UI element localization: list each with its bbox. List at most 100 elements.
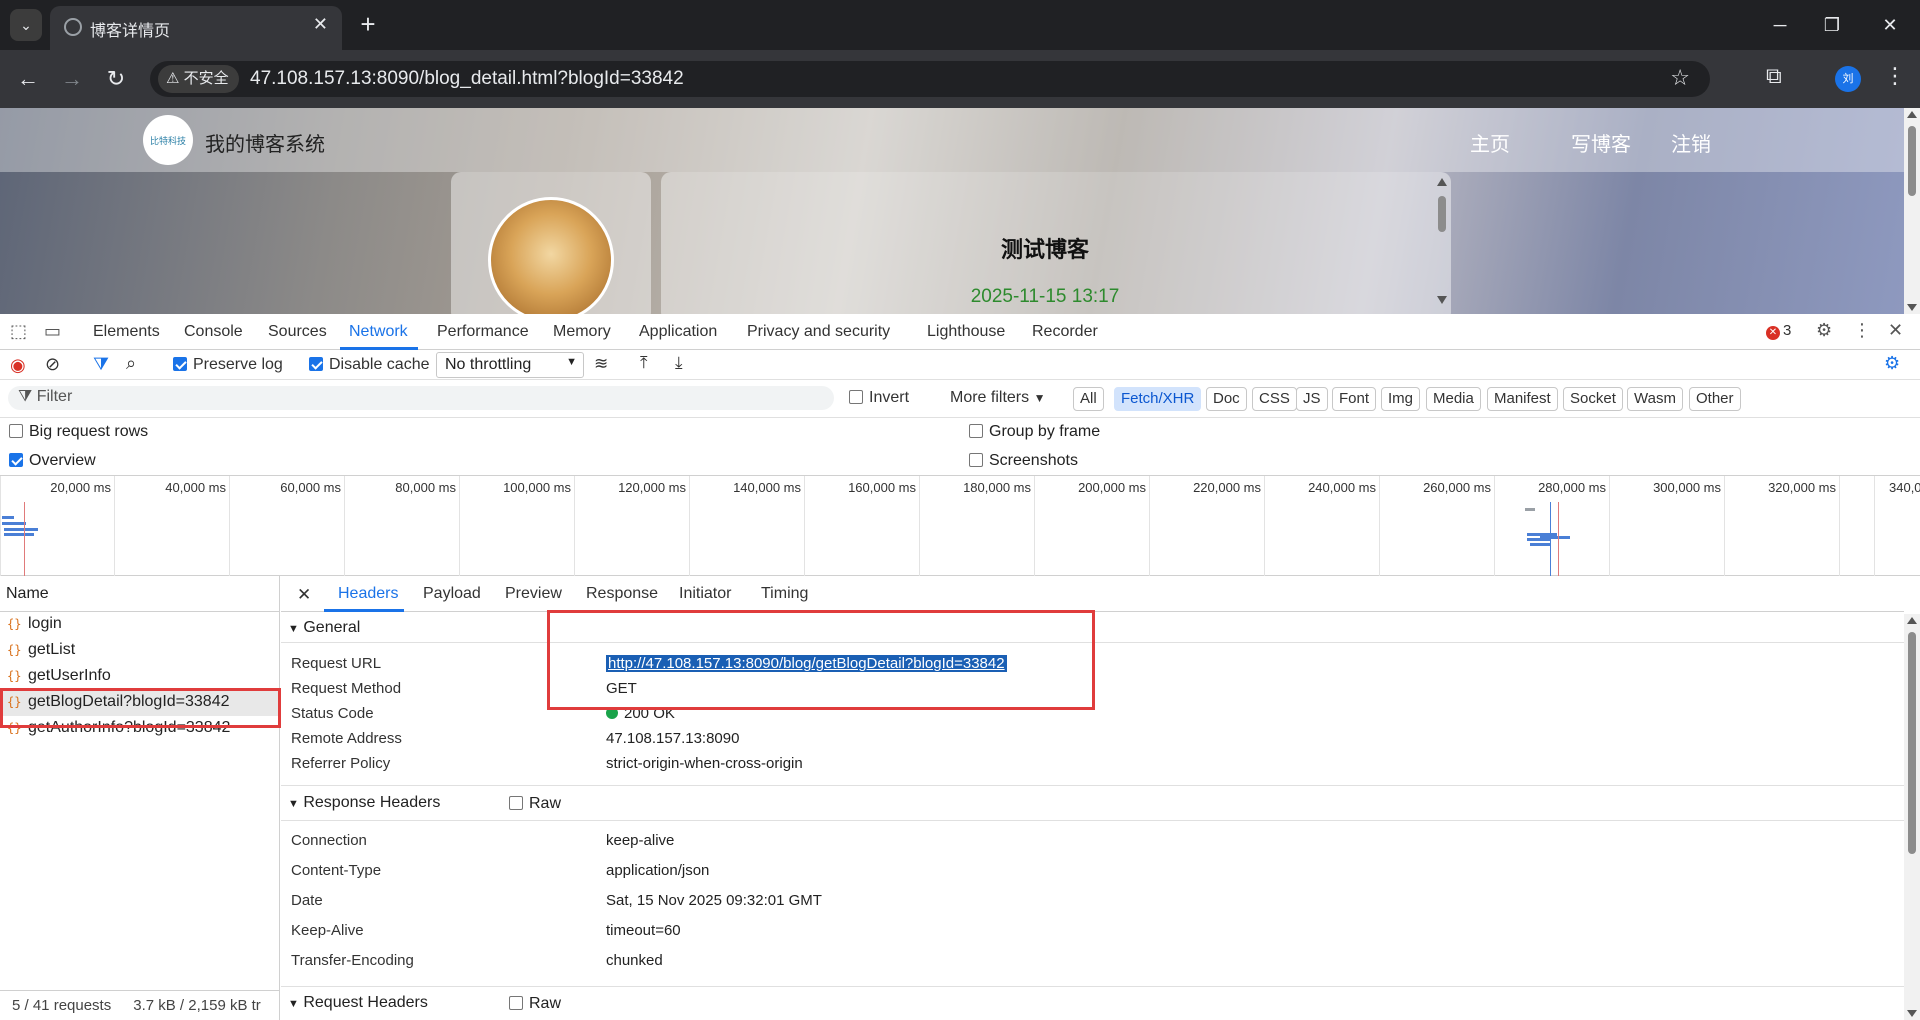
filter-wasm[interactable]: Wasm bbox=[1627, 387, 1683, 411]
back-icon[interactable]: ← bbox=[12, 64, 44, 96]
timeline-tick-label: 80,000 ms bbox=[395, 480, 456, 495]
request-name: getUserInfo bbox=[28, 667, 111, 684]
request-bar bbox=[1525, 508, 1535, 511]
preserve-log-checkbox[interactable]: Preserve log bbox=[173, 356, 283, 374]
screenshots-checkbox[interactable]: Screenshots bbox=[969, 452, 1078, 470]
card-scrollbar[interactable] bbox=[1435, 174, 1449, 308]
filter-manifest[interactable]: Manifest bbox=[1487, 387, 1558, 411]
filter-font[interactable]: Font bbox=[1332, 387, 1377, 411]
request-row[interactable]: {} getUserInfo bbox=[0, 664, 279, 690]
invert-checkbox[interactable]: Invert bbox=[849, 389, 909, 407]
search-icon[interactable]: ⌕ bbox=[126, 353, 136, 374]
timeline-gridline: 180,000 ms bbox=[963, 476, 1035, 576]
filter-media[interactable]: Media bbox=[1426, 387, 1481, 411]
device-toolbar-icon[interactable]: ▭ bbox=[44, 321, 61, 342]
close-tab-icon[interactable]: ✕ bbox=[313, 14, 328, 35]
raw-checkbox[interactable]: Raw bbox=[509, 795, 561, 813]
tab-timing[interactable]: Timing bbox=[761, 585, 808, 603]
group-by-frame-checkbox[interactable]: Group by frame bbox=[969, 423, 1100, 441]
raw-checkbox[interactable]: Raw bbox=[509, 995, 561, 1013]
nav-logout[interactable]: 注销 bbox=[1671, 128, 1711, 157]
close-window-icon[interactable]: ✕ bbox=[1870, 10, 1910, 40]
disable-cache-checkbox[interactable]: Disable cache bbox=[309, 356, 430, 374]
filter-input[interactable]: ⧩ Filter bbox=[8, 386, 834, 410]
tab-response[interactable]: Response bbox=[586, 585, 658, 603]
address-bar[interactable]: ⚠ 不安全 47.108.157.13:8090/blog_detail.htm… bbox=[150, 61, 1710, 97]
filter-css[interactable]: CSS bbox=[1252, 387, 1297, 411]
expand-triangle-icon: ▼ bbox=[288, 798, 299, 810]
devtools-menu-icon[interactable]: ⋮ bbox=[1853, 320, 1871, 341]
record-stop-icon[interactable]: ◉ bbox=[10, 355, 26, 376]
active-detail-tab-indicator bbox=[324, 609, 404, 612]
tab-sources[interactable]: Sources bbox=[268, 323, 327, 341]
browser-menu-icon[interactable]: ⋮ bbox=[1884, 63, 1906, 89]
page-scrollbar[interactable] bbox=[1904, 108, 1920, 314]
tab-search-chevron-icon[interactable]: ⌄ bbox=[10, 9, 42, 41]
error-count-badge[interactable]: ✕ 3 bbox=[1766, 322, 1791, 340]
xhr-icon: {} bbox=[7, 643, 22, 657]
tab-privacy-security[interactable]: Privacy and security bbox=[747, 323, 890, 341]
network-overview-timeline[interactable]: 20,000 ms 40,000 ms 60,000 ms 80,000 ms … bbox=[0, 476, 1920, 576]
timeline-tick-label: 260,000 ms bbox=[1423, 480, 1491, 495]
column-header-name[interactable]: Name bbox=[0, 576, 279, 612]
network-settings-icon[interactable]: ⚙ bbox=[1884, 353, 1900, 374]
filter-js[interactable]: JS bbox=[1296, 387, 1328, 411]
filter-img[interactable]: Img bbox=[1381, 387, 1421, 411]
restore-icon[interactable]: ❐ bbox=[1812, 10, 1852, 40]
tab-preview[interactable]: Preview bbox=[505, 585, 562, 603]
profile-avatar[interactable]: 刘 bbox=[1835, 66, 1861, 92]
browser-tab[interactable]: 博客详情页 ✕ bbox=[50, 6, 342, 50]
tab-application[interactable]: Application bbox=[639, 323, 717, 341]
more-filters-dropdown[interactable]: More filters ▼ bbox=[950, 389, 1045, 407]
settings-gear-icon[interactable]: ⚙ bbox=[1816, 320, 1832, 341]
timeline-gridline: 100,000 ms bbox=[503, 476, 575, 576]
forward-icon[interactable]: → bbox=[56, 64, 88, 96]
reload-icon[interactable]: ↻ bbox=[100, 64, 132, 96]
tab-payload[interactable]: Payload bbox=[423, 585, 481, 603]
tab-console[interactable]: Console bbox=[184, 323, 243, 341]
close-devtools-icon[interactable]: ✕ bbox=[1888, 320, 1903, 341]
tab-memory[interactable]: Memory bbox=[553, 323, 611, 341]
inspect-element-icon[interactable]: ⬚ bbox=[10, 321, 27, 342]
url-text[interactable]: 47.108.157.13:8090/blog_detail.html?blog… bbox=[250, 68, 684, 90]
security-indicator[interactable]: ⚠ 不安全 bbox=[158, 65, 239, 93]
filter-doc[interactable]: Doc bbox=[1206, 387, 1247, 411]
nav-home[interactable]: 主页 bbox=[1470, 128, 1510, 157]
tab-recorder[interactable]: Recorder bbox=[1032, 323, 1098, 341]
filter-fetch-xhr[interactable]: Fetch/XHR bbox=[1114, 387, 1202, 411]
timeline-gridline: 80,000 ms bbox=[395, 476, 460, 576]
site-logo: 比特科技 bbox=[143, 115, 193, 165]
request-headers-section-header[interactable]: ▼ Request Headers Raw bbox=[281, 986, 1904, 1020]
filter-funnel-icon[interactable]: ⧩ bbox=[93, 354, 109, 375]
request-row[interactable]: {} login bbox=[0, 612, 279, 638]
tab-initiator[interactable]: Initiator bbox=[679, 585, 731, 603]
tab-lighthouse[interactable]: Lighthouse bbox=[927, 323, 1005, 341]
big-request-rows-checkbox[interactable]: Big request rows bbox=[9, 423, 148, 441]
nav-write-blog[interactable]: 写博客 bbox=[1571, 128, 1631, 157]
remote-address-value: 47.108.157.13:8090 bbox=[606, 730, 740, 747]
load-event-marker bbox=[1558, 502, 1559, 576]
tab-elements[interactable]: Elements bbox=[93, 323, 160, 341]
export-har-icon[interactable]: ⤓ bbox=[675, 353, 683, 373]
request-row[interactable]: {} getList bbox=[0, 638, 279, 664]
timeline-tick-label: 60,000 ms bbox=[280, 480, 341, 495]
bookmark-star-icon[interactable]: ☆ bbox=[1670, 65, 1690, 91]
minimize-icon[interactable]: ─ bbox=[1760, 10, 1800, 40]
throttling-select[interactable]: No throttling ▼ bbox=[436, 352, 584, 378]
checkbox-unchecked-icon bbox=[509, 996, 523, 1010]
filter-all[interactable]: All bbox=[1073, 387, 1104, 411]
filter-socket[interactable]: Socket bbox=[1563, 387, 1623, 411]
tab-network[interactable]: Network bbox=[349, 323, 408, 341]
network-conditions-icon[interactable]: ≋ bbox=[594, 354, 608, 374]
detail-scrollbar[interactable] bbox=[1904, 614, 1920, 1020]
import-har-icon[interactable]: ⤒ bbox=[640, 353, 648, 373]
clear-icon[interactable]: ⊘ bbox=[45, 354, 60, 375]
filter-other[interactable]: Other bbox=[1689, 387, 1741, 411]
tab-performance[interactable]: Performance bbox=[437, 323, 529, 341]
response-headers-section-header[interactable]: ▼ Response Headers Raw bbox=[281, 785, 1904, 821]
close-detail-icon[interactable]: ✕ bbox=[297, 585, 311, 605]
overview-checkbox[interactable]: Overview bbox=[9, 452, 96, 470]
tab-headers[interactable]: Headers bbox=[338, 585, 398, 603]
extensions-icon[interactable]: ⧉ bbox=[1766, 63, 1782, 89]
new-tab-button[interactable]: + bbox=[352, 8, 384, 40]
